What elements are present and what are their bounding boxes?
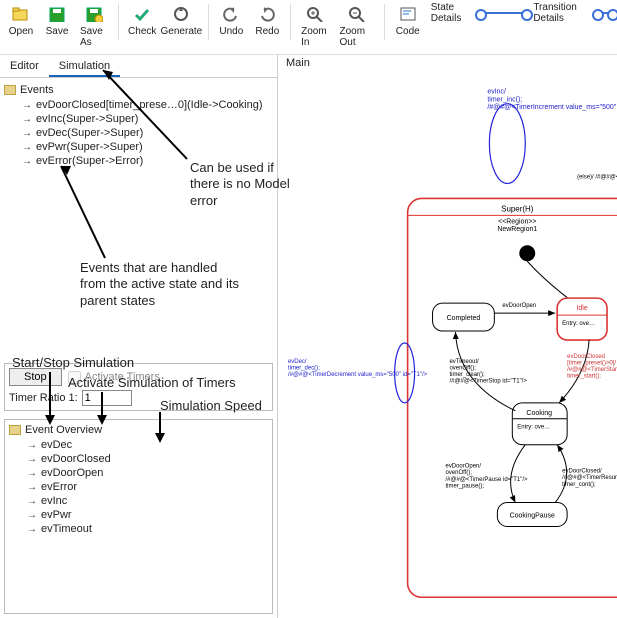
svg-text:Idle: Idle — [576, 305, 587, 312]
save-button[interactable]: Save — [40, 2, 74, 39]
initial-state — [519, 245, 535, 261]
state-super — [408, 198, 617, 597]
event-item[interactable]: →evDec(Super->Super) — [4, 126, 273, 140]
svg-text:CookingPause: CookingPause — [510, 512, 555, 519]
event-overview-item[interactable]: →evTimeout — [9, 522, 268, 536]
tab-editor[interactable]: Editor — [0, 57, 49, 77]
trans-else: (else)/ /#@#@<TimerCrea… — [577, 174, 617, 180]
arrow-icon: → — [22, 142, 32, 153]
left-tabs: Editor Simulation — [0, 55, 277, 78]
generate-icon — [171, 4, 191, 24]
transition-details-slider[interactable] — [598, 12, 613, 14]
redo-icon — [257, 4, 277, 24]
activate-timers-checkbox[interactable]: Activate Timers — [68, 371, 160, 384]
undo-button[interactable]: Undo — [214, 2, 248, 39]
save-label: Save — [46, 26, 69, 37]
events-tree: Events →evDoorClosed[timer_prese…0](Idle… — [0, 78, 277, 174]
event-item[interactable]: →evDoorClosed[timer_prese…0](Idle->Cooki… — [4, 98, 273, 112]
zoom-out-button[interactable]: Zoom Out — [336, 2, 378, 50]
zoom-out-label: Zoom Out — [340, 26, 374, 48]
save-as-icon — [84, 4, 104, 24]
folder-icon — [4, 85, 16, 95]
arrow-icon: → — [27, 510, 37, 521]
arrow-icon: → — [27, 468, 37, 479]
generate-label: Generate — [161, 26, 203, 37]
save-as-button[interactable]: Save As — [76, 2, 112, 50]
timer-ratio-input[interactable] — [82, 390, 132, 406]
event-overview: Event Overview →evDec→evDoorClosed→evDoo… — [4, 419, 273, 614]
timer-ratio-label: Timer Ratio 1: — [9, 392, 78, 404]
open-icon — [11, 4, 31, 24]
trans-evdooropen-pause: evDoorOpen/ovenOff();/#@#@<TimerPause id… — [446, 464, 529, 490]
sim-controls: Stop Activate Timers Timer Ratio 1: — [4, 363, 273, 411]
svg-text:evDoorOpen: evDoorOpen — [502, 303, 536, 309]
trans-evdoorclosed-idle: evDoorClosed[timer_preset()>0]//#@#@<Tim… — [567, 354, 617, 380]
state-details-slider[interactable] — [481, 12, 528, 14]
check-icon — [132, 4, 152, 24]
trans-evdoorclosed-resume: evDoorClosed//#@#@<TimerResume id=…timer… — [562, 469, 617, 488]
left-panel: Editor Simulation Events →evDoorClosed[t… — [0, 55, 278, 618]
svg-text:Completed: Completed — [447, 315, 481, 322]
undo-icon — [221, 4, 241, 24]
arrow-icon: → — [22, 156, 32, 167]
transition-details: Transition Details — [533, 2, 613, 24]
generate-button[interactable]: Generate — [161, 2, 201, 39]
toolbar: Open Save Save As Check Generate Undo — [0, 0, 617, 55]
diagram-panel[interactable]: Main evInc/timer_inc();/#@#@<TimerIncrem… — [278, 55, 617, 618]
redo-button[interactable]: Redo — [250, 2, 284, 39]
state-diagram[interactable]: evInc/timer_inc();/#@#@<TimerIncrement v… — [278, 73, 617, 618]
event-overview-item[interactable]: →evDec — [9, 438, 268, 452]
state-details: State Details — [431, 2, 528, 24]
zoom-out-icon — [347, 4, 367, 24]
check-label: Check — [128, 26, 156, 37]
code-icon — [398, 4, 418, 24]
save-icon — [47, 4, 67, 24]
self-loop-top — [489, 104, 525, 184]
arrow-icon: → — [22, 100, 32, 111]
region-label: <<Region>>NewRegion1 — [497, 218, 537, 233]
event-overview-item[interactable]: →evDoorOpen — [9, 466, 268, 480]
event-item[interactable]: →evError(Super->Error) — [4, 154, 273, 168]
zoom-in-icon — [305, 4, 325, 24]
diagram-left-note: evDec/timer_dec();/#@#@<TimerDecrement v… — [288, 359, 428, 378]
svg-text:Entry: ove…: Entry: ove… — [562, 321, 595, 327]
arrow-icon: → — [27, 440, 37, 451]
arrow-icon: → — [22, 128, 32, 139]
diagram-top-note: evInc/timer_inc();/#@#@<TimerIncrement v… — [487, 89, 617, 111]
trans-evtimeout: evTimeout/ovenOff();timer_clear();/#@#@<… — [449, 359, 527, 385]
zoom-in-button[interactable]: Zoom In — [297, 2, 333, 50]
check-button[interactable]: Check — [125, 2, 159, 39]
event-item[interactable]: →evInc(Super->Super) — [4, 112, 273, 126]
event-overview-item[interactable]: →evError — [9, 480, 268, 494]
zoom-in-label: Zoom In — [301, 26, 329, 48]
code-label: Code — [396, 26, 420, 37]
event-overview-item[interactable]: →evPwr — [9, 508, 268, 522]
event-item[interactable]: →evPwr(Super->Super) — [4, 140, 273, 154]
event-overview-item[interactable]: →evInc — [9, 494, 268, 508]
svg-text:Cooking: Cooking — [526, 410, 552, 417]
open-button[interactable]: Open — [4, 2, 38, 39]
svg-text:Entry: ove…: Entry: ove… — [517, 425, 550, 431]
arrow-icon: → — [27, 454, 37, 465]
code-button[interactable]: Code — [391, 2, 425, 39]
diagram-tab-main[interactable]: Main — [286, 57, 310, 69]
arrow-icon: → — [27, 482, 37, 493]
save-as-label: Save As — [80, 26, 108, 48]
folder-icon — [9, 425, 21, 435]
arrow-icon: → — [22, 114, 32, 125]
tab-simulation[interactable]: Simulation — [49, 57, 120, 77]
stop-button[interactable]: Stop — [9, 368, 62, 386]
arrow-icon: → — [27, 496, 37, 507]
undo-label: Undo — [219, 26, 243, 37]
svg-text:Super(H): Super(H) — [501, 204, 534, 213]
redo-label: Redo — [255, 26, 279, 37]
arrow-icon: → — [27, 524, 37, 535]
events-header: Events — [4, 84, 273, 96]
open-label: Open — [9, 26, 33, 37]
event-overview-item[interactable]: →evDoorClosed — [9, 452, 268, 466]
